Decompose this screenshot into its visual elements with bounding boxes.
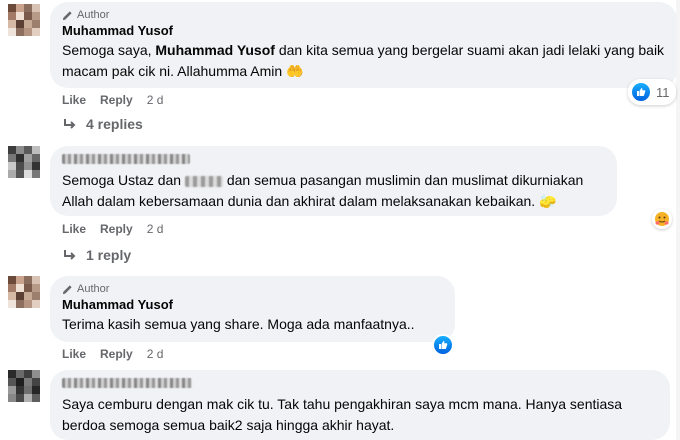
view-replies-link[interactable]: 1 reply	[62, 247, 131, 263]
comment-bubble: Semoga Ustaz dan dan semua pasangan musl…	[50, 146, 617, 216]
timestamp[interactable]: 2 d	[147, 347, 164, 361]
pencil-icon	[62, 10, 72, 20]
comment-bubble: Saya cemburu dengan mak cik tu. Tak tahu…	[50, 370, 670, 440]
reply-button[interactable]: Reply	[100, 347, 133, 361]
comment-text: Semoga Ustaz dan dan semua pasangan musl…	[62, 172, 584, 209]
reply-button[interactable]: Reply	[100, 222, 133, 236]
praying-hands-emoji: 🤲	[286, 63, 304, 79]
mention[interactable]: Muhammad Yusof	[155, 42, 275, 58]
like-button[interactable]: Like	[62, 347, 86, 361]
comment-text: Terima kasih semua yang share. Moga ada …	[62, 316, 415, 332]
hug-emoji-icon	[655, 212, 669, 226]
pencil-icon	[62, 284, 72, 294]
replies-label: 4 replies	[86, 116, 143, 132]
sponge-emoji: 🧽	[539, 193, 557, 209]
author-badge-label: Author	[77, 283, 110, 295]
like-button[interactable]: Like	[62, 222, 86, 236]
avatar[interactable]	[8, 276, 40, 308]
like-thumb-icon	[432, 334, 454, 356]
like-button[interactable]: Like	[62, 93, 86, 107]
timestamp[interactable]: 2 d	[147, 222, 164, 236]
author-badge-label: Author	[77, 9, 110, 21]
reaction-summary[interactable]	[652, 209, 672, 229]
avatar[interactable]	[8, 4, 40, 36]
replies-label: 1 reply	[86, 247, 132, 263]
like-thumb-icon	[630, 81, 652, 103]
blurred-commenter-name	[62, 378, 192, 388]
comment-bubble: Author Muhammad Yusof Terima kasih semua…	[50, 276, 455, 342]
reply-arrow-icon	[64, 250, 76, 260]
comment-actions: Like Reply 2 d	[62, 93, 163, 107]
reaction-count: 11	[656, 84, 670, 100]
commenter-name[interactable]: Muhammad Yusof	[62, 297, 443, 312]
comment-bubble: Author Muhammad Yusof Semoga saya, Muham…	[50, 2, 677, 88]
reply-button[interactable]: Reply	[100, 93, 133, 107]
timestamp[interactable]: 2 d	[147, 93, 164, 107]
comment-actions: Like Reply 2 d	[62, 347, 163, 361]
reaction-summary[interactable]: 11	[628, 79, 676, 105]
view-replies-link[interactable]: 4 replies	[62, 116, 143, 132]
author-badge: Author	[62, 8, 665, 22]
commenter-name[interactable]: Muhammad Yusof	[62, 23, 665, 38]
avatar[interactable]	[8, 146, 40, 178]
blurred-word	[184, 175, 223, 187]
avatar[interactable]	[8, 370, 40, 402]
reply-arrow-icon	[64, 119, 76, 129]
author-badge: Author	[62, 282, 443, 296]
blurred-commenter-name	[62, 154, 190, 164]
comment-actions: Like Reply 2 d	[62, 222, 163, 236]
comment-text: Semoga saya, Muhammad Yusof dan kita sem…	[62, 42, 665, 79]
reaction-summary[interactable]	[432, 334, 454, 356]
comment-text: Saya cemburu dengan mak cik tu. Tak tahu…	[62, 396, 623, 433]
